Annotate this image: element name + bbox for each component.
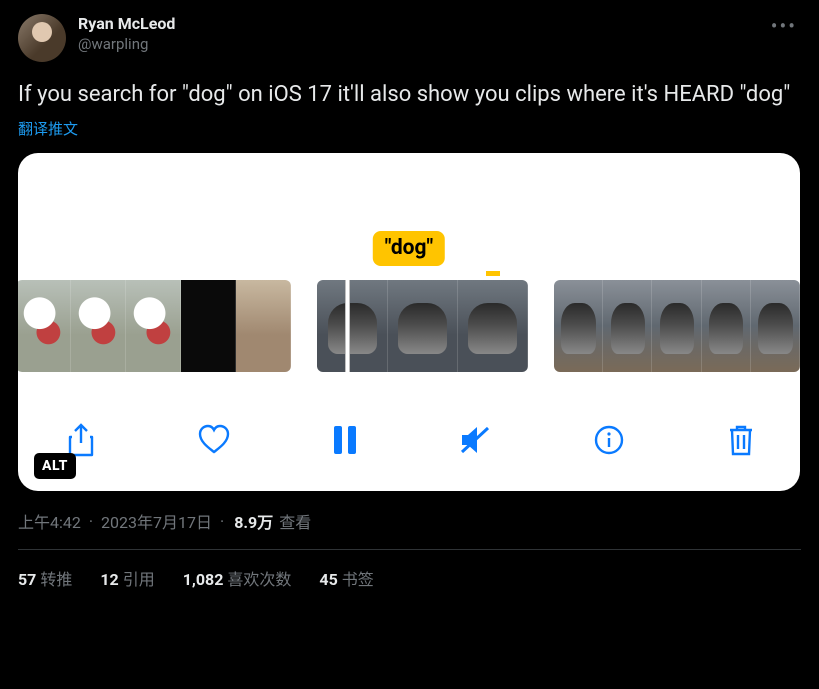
bookmarks-stat[interactable]: 45书签: [319, 566, 373, 590]
separator: ·: [220, 512, 224, 531]
playhead[interactable]: [345, 280, 350, 372]
handle: @warpling: [78, 34, 767, 54]
more-button[interactable]: •••: [767, 14, 801, 38]
views-count[interactable]: 8.9万: [234, 509, 273, 533]
video-timeline[interactable]: [18, 280, 800, 372]
media-toolbar: [18, 417, 800, 463]
translate-link[interactable]: 翻译推文: [18, 118, 801, 139]
tweet-date[interactable]: 2023年7月17日: [101, 509, 212, 533]
heart-icon[interactable]: [197, 424, 231, 456]
display-name: Ryan McLeod: [78, 14, 767, 34]
clip-thumbnail-group[interactable]: [317, 280, 528, 372]
separator: ·: [89, 512, 93, 531]
views-label: 查看: [279, 509, 311, 533]
tweet-text: If you search for "dog" on iOS 17 it'll …: [18, 80, 801, 110]
mute-icon[interactable]: [458, 424, 492, 456]
avatar[interactable]: [18, 14, 66, 62]
clip-thumbnail-group[interactable]: [554, 280, 800, 372]
stats-row: 57转推 12引用 1,082喜欢次数 45书签: [18, 566, 801, 590]
likes-stat[interactable]: 1,082喜欢次数: [183, 566, 292, 590]
meta-row: 上午4:42 · 2023年7月17日 · 8.9万 查看: [18, 509, 801, 533]
divider: [18, 549, 801, 550]
highlight-marker: [486, 271, 500, 276]
tweet-header: Ryan McLeod @warpling •••: [18, 14, 801, 62]
clip-thumbnail-group[interactable]: [18, 280, 291, 372]
quotes-stat[interactable]: 12引用: [100, 566, 154, 590]
share-icon[interactable]: [66, 423, 96, 457]
media-card[interactable]: "dog": [18, 153, 800, 491]
info-icon[interactable]: [593, 424, 625, 456]
retweets-stat[interactable]: 57转推: [18, 566, 72, 590]
tweet-time[interactable]: 上午4:42: [18, 509, 81, 533]
trash-icon[interactable]: [726, 423, 756, 457]
author-names[interactable]: Ryan McLeod @warpling: [78, 14, 767, 54]
pause-icon[interactable]: [332, 424, 358, 456]
alt-badge[interactable]: ALT: [34, 453, 76, 479]
tweet-container: Ryan McLeod @warpling ••• If you search …: [0, 0, 819, 590]
search-highlight-label: "dog": [373, 231, 445, 266]
